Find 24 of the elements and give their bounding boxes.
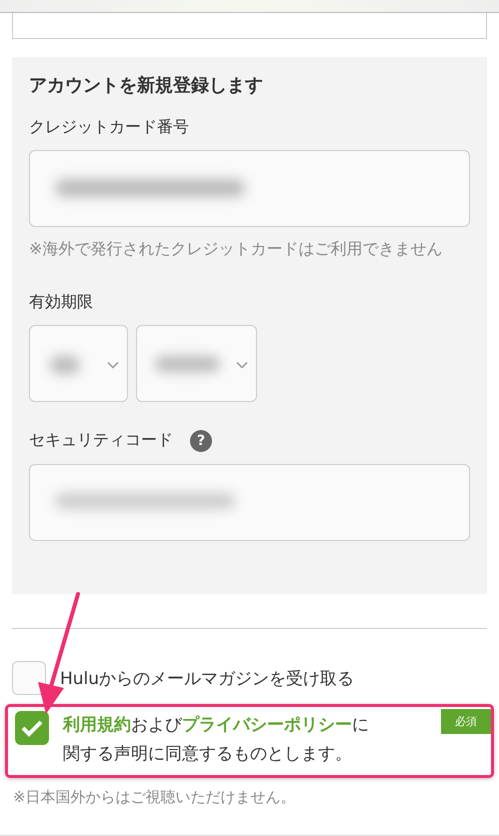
dropdown[interactable] — [136, 324, 257, 402]
required-badge: 必須 — [441, 709, 491, 734]
help-icon[interactable]: ? — [190, 430, 212, 452]
input-field[interactable] — [12, 13, 487, 39]
footer-note: ※日本国外からはご視聴いただけません。 — [13, 788, 297, 807]
form-title: アカウントを新規登録します — [29, 74, 264, 97]
dropdown[interactable] — [29, 324, 128, 402]
blurred-text — [155, 356, 220, 372]
link[interactable]: プライバシーポリシー — [182, 715, 352, 735]
blurred-text — [50, 356, 80, 374]
input-field[interactable] — [29, 464, 470, 541]
field-label: セキュリティコード — [29, 430, 173, 452]
checkbox[interactable] — [12, 661, 46, 695]
check-icon — [21, 719, 43, 737]
field-label: 有効期限 — [29, 292, 94, 313]
link[interactable]: 利用規約 — [63, 715, 131, 735]
chevron-down-icon — [107, 360, 119, 369]
field-label: クレジットカード番号 — [29, 117, 190, 138]
chevron-down-icon — [236, 360, 248, 369]
checkbox-label: 利用規約およびプライバシーポリシーに関する声明に同意するものとします。 — [63, 714, 370, 766]
checkbox[interactable] — [15, 711, 49, 745]
card-note: ※海外で発行されたクレジットカードはご利用できません — [29, 238, 444, 260]
input-field[interactable] — [29, 150, 470, 227]
checkbox-label: Huluからのメールマガジンを受け取る — [60, 668, 354, 691]
